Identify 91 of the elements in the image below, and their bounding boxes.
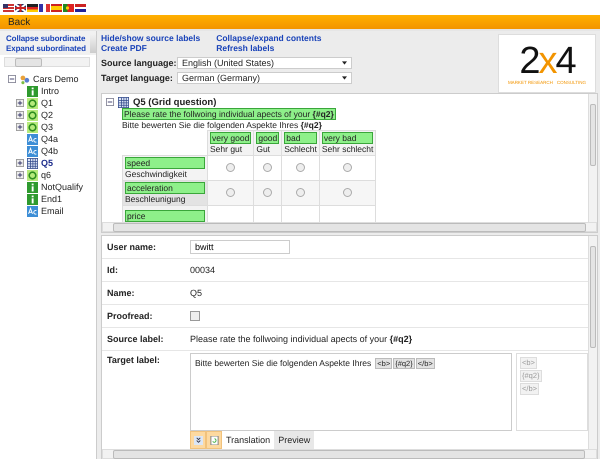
back-link[interactable]: Back [8, 16, 30, 28]
scrollbar[interactable] [90, 34, 96, 53]
source-label: Please rate the follwoing individual apects of your {#q2} [122, 108, 336, 120]
scrollbar[interactable] [588, 236, 597, 449]
info-icon [27, 182, 38, 192]
question-icon [27, 110, 38, 120]
column-header: very bad Sehr schlecht [319, 130, 376, 156]
scrollbar[interactable] [102, 222, 597, 232]
scrollbar[interactable] [588, 94, 597, 222]
tree-item[interactable]: q6 [41, 170, 52, 180]
question-icon [27, 170, 38, 180]
field-label: Id: [107, 265, 119, 275]
collapse-icon[interactable] [8, 75, 16, 83]
tree-item[interactable]: Q4b [41, 146, 58, 156]
input-field[interactable]: bwitt [190, 240, 290, 254]
collapse-icon[interactable] [106, 98, 114, 106]
tree-item[interactable]: Q3 [41, 122, 54, 132]
field-value: Q5 [190, 288, 202, 298]
expand-icon[interactable] [16, 111, 24, 119]
tree-item[interactable]: Intro [41, 86, 60, 96]
tree-item[interactable]: NotQualify [41, 182, 84, 192]
tree-item[interactable]: End1 [41, 194, 62, 204]
radio-button[interactable] [343, 162, 352, 172]
grid-icon [27, 158, 38, 168]
action-link[interactable]: Collapse/expand contents [216, 34, 322, 44]
tree-item[interactable]: Q5 [41, 158, 54, 168]
text-field-icon [27, 206, 38, 216]
action-link[interactable]: Hide/show source labels [101, 34, 200, 44]
flag-icon[interactable] [27, 4, 38, 12]
field-value: Please rate the follwoing individual apects of your {#q2} [190, 334, 412, 344]
info-icon [27, 194, 38, 204]
tree-item[interactable]: Q1 [41, 98, 54, 108]
question-icon [27, 98, 38, 108]
flag-icon[interactable] [39, 4, 50, 12]
info-icon [27, 86, 38, 96]
refresh-button[interactable] [206, 431, 222, 449]
radio-button[interactable] [296, 162, 306, 172]
field-label: Source label: [107, 334, 165, 344]
target-label: Bitte bewerten Sie die folgenden Aspekte Ihres {#q2} [122, 120, 322, 130]
tree-item[interactable]: Email [41, 206, 64, 216]
column-header: good Gut [254, 130, 282, 156]
double-chevron-icon [194, 436, 202, 444]
tree-item[interactable]: Q4a [41, 134, 58, 144]
expand-button[interactable] [190, 431, 206, 449]
scrollbar[interactable] [102, 449, 597, 459]
field-label: Target label: [107, 354, 161, 365]
expand-icon[interactable] [16, 123, 24, 131]
field-label: User name: [107, 242, 158, 252]
grid-icon [118, 96, 129, 108]
row-header: acceleration Beschleunigung [122, 180, 208, 206]
flag-icon[interactable] [3, 4, 14, 12]
scrollbar[interactable] [4, 57, 90, 67]
language-dropdown[interactable]: German (Germany) [177, 72, 352, 84]
row-header: speed Geschwindigkeit [122, 156, 208, 180]
row-header: price [122, 206, 208, 222]
field-label: Proofread: [107, 311, 154, 321]
editor-text: Bitte bewerten Sie die folgenden Aspekte Ihres [195, 358, 372, 369]
expand-icon[interactable] [16, 99, 24, 107]
expand-icon[interactable] [16, 159, 24, 167]
caret-icon [342, 76, 347, 80]
tree-item[interactable]: Q2 [41, 110, 54, 120]
checkbox[interactable] [190, 311, 200, 321]
radio-button[interactable] [343, 188, 352, 196]
question-icon [27, 122, 38, 132]
radio-button[interactable] [263, 162, 272, 172]
radio-button[interactable] [226, 162, 236, 172]
tab[interactable]: Preview [274, 431, 314, 449]
question-title: Q5 (Grid question) [133, 96, 216, 108]
tree-item[interactable]: Cars Demo [33, 74, 79, 84]
action-link[interactable]: Create PDF [101, 44, 200, 53]
field-label: Source language: [101, 58, 177, 68]
column-header: very good Sehr gut [208, 130, 254, 156]
flag-icon[interactable] [75, 4, 86, 12]
tree-link[interactable]: Collapse subordinate [6, 34, 88, 44]
radio-button[interactable] [296, 188, 306, 196]
project-icon [19, 74, 30, 84]
field-label: Target language: [101, 73, 174, 83]
caret-icon [342, 61, 347, 65]
field-value: 00034 [190, 265, 216, 275]
tree-link[interactable]: Expand subordinated [6, 44, 88, 53]
radio-button[interactable] [226, 188, 236, 196]
text-field-icon [27, 134, 38, 144]
action-link[interactable]: Refresh labels [216, 44, 322, 53]
field-label: Name: [107, 288, 136, 298]
document-icon [210, 436, 218, 444]
expand-icon[interactable] [16, 171, 24, 179]
text-field-icon [27, 146, 38, 156]
flag-icon[interactable] [15, 4, 26, 12]
language-dropdown[interactable]: English (United States) [177, 57, 352, 69]
radio-button[interactable] [263, 188, 272, 196]
column-header: bad Schlecht [282, 130, 320, 156]
